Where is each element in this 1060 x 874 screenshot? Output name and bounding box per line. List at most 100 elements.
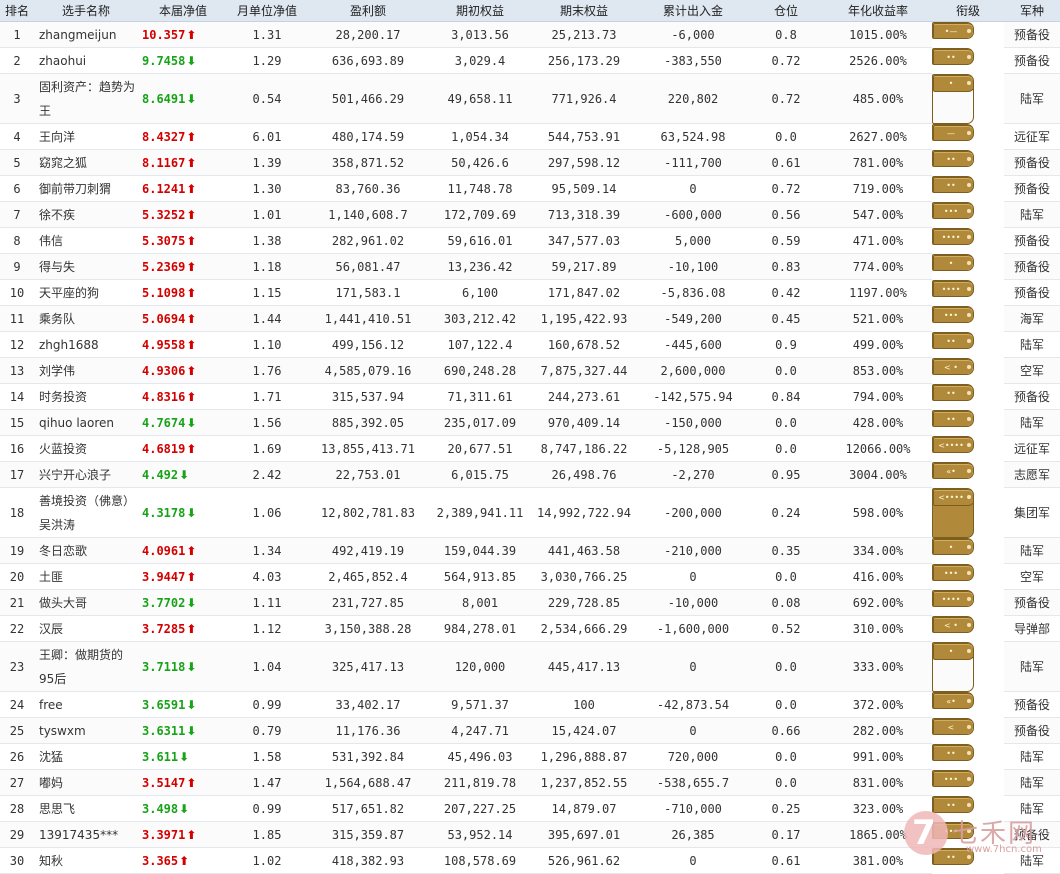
profit-cell: 171,583.1 (306, 279, 430, 306)
header-rank-badge[interactable]: 衔级 (932, 0, 1004, 22)
table-row[interactable]: 27 嘟妈 3.5147⬆ 1.47 1,564,688.47 211,819.78 1,2… (0, 769, 1060, 796)
rank-cell: 11 (0, 305, 34, 332)
table-row[interactable]: 16 火蓝投资 4.6819⬆ 1.69 13,855,413.71 20,677.51 8… (0, 435, 1060, 462)
arrow-up-icon: ⬆ (186, 569, 197, 584)
table-row[interactable]: 6 御前带刀刺猬 6.1241⬆ 1.30 83,760.36 11,748.78 95,5… (0, 175, 1060, 202)
table-row[interactable]: 8 伟信 5.3075⬆ 1.38 282,961.02 59,616.01 347,577… (0, 227, 1060, 254)
table-row[interactable]: 3 固利资产：趋势为王 8.6491⬇ 0.54 501,466.29 49,658.11… (0, 73, 1060, 124)
table-row[interactable]: 22 汉辰 3.7285⬆ 1.12 3,150,388.28 984,278.01 2,5… (0, 615, 1060, 642)
header-cumulative-flow[interactable]: 累计出入金 (638, 0, 748, 22)
table-row[interactable]: 2 zhaohui 9.7458⬇ 1.29 636,693.89 3,029.4 256,… (0, 47, 1060, 74)
annual-return-cell: 547.00% (824, 201, 932, 228)
table-row[interactable]: 12 zhgh1688 4.9558⬆ 1.10 499,156.12 107,122.4… (0, 331, 1060, 358)
table-row[interactable]: 5 窈窕之狐 8.1167⬆ 1.39 358,871.52 50,426.6 297,59… (0, 149, 1060, 176)
name-cell[interactable]: 思思飞 (34, 795, 138, 822)
name-cell[interactable]: free (34, 691, 138, 718)
table-row[interactable]: 1 zhangmeijun 10.357⬆ 1.31 28,200.17 3,013.56… (0, 21, 1060, 48)
cumulative-flow-cell: -383,550 (638, 47, 748, 74)
table-row[interactable]: 14 时务投资 4.8316⬆ 1.71 315,537.94 71,311.61 244,… (0, 383, 1060, 410)
badge-rivet-icon (967, 364, 971, 369)
table-row[interactable]: 4 王向洋 8.4327⬆ 6.01 480,174.59 1,054.34 544,753… (0, 123, 1060, 150)
name-cell[interactable]: 乘务队 (34, 305, 138, 332)
table-row[interactable]: 24 free 3.6591⬇ 0.99 33,402.17 9,571.37 100 -42… (0, 691, 1060, 718)
name-cell[interactable]: tyswxm (34, 717, 138, 744)
table-row[interactable]: 13 刘学伟 4.9306⬆ 1.76 4,585,079.16 690,248.28 7,… (0, 357, 1060, 384)
rank-badge-cell: •••• (932, 279, 974, 297)
name-cell[interactable]: 土匪 (34, 563, 138, 590)
header-army[interactable]: 军种 (1004, 0, 1060, 22)
table-row[interactable]: 25 tyswxm 3.6311⬇ 0.79 11,176.36 4,247.71 15,4… (0, 717, 1060, 744)
name-cell[interactable]: 天平座的狗 (34, 279, 138, 306)
badge-marks: •• (946, 154, 956, 164)
monthly-nav-cell: 1.85 (228, 821, 306, 848)
header-profit[interactable]: 盈利额 (306, 0, 430, 22)
name-cell[interactable]: 王向洋 (34, 123, 138, 150)
nav-value: 3.7702 (142, 595, 186, 610)
final-equity-cell: 229,728.85 (530, 589, 638, 616)
final-equity-cell: 59,217.89 (530, 253, 638, 280)
nav-cell: 3.6591⬇ (138, 691, 228, 718)
name-cell[interactable]: 时务投资 (34, 383, 138, 410)
header-rank[interactable]: 排名 (0, 0, 34, 22)
header-final-equity[interactable]: 期末权益 (530, 0, 638, 22)
name-cell[interactable]: 得与失 (34, 253, 138, 280)
badge-marks: •• (946, 52, 956, 62)
table-row[interactable]: 18 善境投资（佛意）吴洪涛 4.3178⬇ 1.06 12,802,781.83 2,3… (0, 487, 1060, 538)
nav-cell: 4.0961⬆ (138, 537, 228, 564)
table-row[interactable]: 29 13917435*** 3.3971⬆ 1.85 315,359.87 53,952… (0, 821, 1060, 848)
badge-rivet-icon (967, 802, 971, 807)
name-cell[interactable]: 知秋 (34, 847, 138, 874)
table-row[interactable]: 28 思思飞 3.498⬇ 0.99 517,651.82 207,227.25 14,87… (0, 795, 1060, 822)
initial-equity-cell: 71,311.61 (430, 383, 530, 410)
header-nav[interactable]: 本届净值 (138, 0, 228, 22)
name-cell[interactable]: 做头大哥 (34, 589, 138, 616)
name-cell[interactable]: 火蓝投资 (34, 435, 138, 462)
final-equity-cell: 347,577.03 (530, 227, 638, 254)
final-equity-cell: 297,598.12 (530, 149, 638, 176)
name-cell[interactable]: 王卿：做期货的95后 (34, 641, 138, 692)
name-cell[interactable]: 13917435*** (34, 821, 138, 848)
name-cell[interactable]: zhgh1688 (34, 331, 138, 358)
name-cell[interactable]: 固利资产：趋势为王 (34, 73, 138, 124)
rank-badge-icon: •— (933, 23, 973, 38)
table-row[interactable]: 17 兴宁开心浪子 4.492⬇ 2.42 22,753.01 6,015.75 26,49… (0, 461, 1060, 488)
table-row[interactable]: 26 沈猛 3.611⬇ 1.58 531,392.84 45,496.03 1,296,8… (0, 743, 1060, 770)
name-cell[interactable]: 窈窕之狐 (34, 149, 138, 176)
name-cell[interactable]: 御前带刀刺猬 (34, 175, 138, 202)
name-cell[interactable]: 沈猛 (34, 743, 138, 770)
final-equity-cell: 1,296,888.87 (530, 743, 638, 770)
header-position[interactable]: 仓位 (748, 0, 824, 22)
name-cell[interactable]: 嘟妈 (34, 769, 138, 796)
name-cell[interactable]: 伟信 (34, 227, 138, 254)
header-name[interactable]: 选手名称 (34, 0, 138, 22)
table-row[interactable]: 9 得与失 5.2369⬆ 1.18 56,081.47 13,236.42 59,217.… (0, 253, 1060, 280)
name-cell[interactable]: 兴宁开心浪子 (34, 461, 138, 488)
name-cell[interactable]: 徐不疾 (34, 201, 138, 228)
header-monthly-nav[interactable]: 月单位净值 (228, 0, 306, 22)
table-row[interactable]: 10 天平座的狗 5.1098⬆ 1.15 171,583.1 6,100 171,847.… (0, 279, 1060, 306)
army-cell: 陆军 (1004, 73, 1060, 124)
rank-cell: 3 (0, 73, 34, 124)
table-row[interactable]: 7 徐不疾 5.3252⬆ 1.01 1,140,608.7 172,709.69 713,… (0, 201, 1060, 228)
name-cell[interactable]: 汉辰 (34, 615, 138, 642)
header-annual-return[interactable]: 年化收益率 (824, 0, 932, 22)
name-cell[interactable]: 善境投资（佛意）吴洪涛 (34, 487, 138, 538)
table-row[interactable]: 23 王卿：做期货的95后 3.7118⬇ 1.04 325,417.13 120,000… (0, 641, 1060, 692)
arrow-up-icon: ⬆ (186, 389, 197, 404)
table-row[interactable]: 15 qihuo laoren 4.7674⬇ 1.56 885,392.05 235,0… (0, 409, 1060, 436)
badge-rivet-icon (967, 156, 971, 161)
table-row[interactable]: 21 做头大哥 3.7702⬇ 1.11 231,727.85 8,001 229,728.… (0, 589, 1060, 616)
table-row[interactable]: 20 土匪 3.9447⬆ 4.03 2,465,852.4 564,913.85 3,03… (0, 563, 1060, 590)
name-cell[interactable]: zhaohui (34, 47, 138, 74)
header-initial-equity[interactable]: 期初权益 (430, 0, 530, 22)
name-cell[interactable]: 刘学伟 (34, 357, 138, 384)
army-cell: 导弹部 (1004, 615, 1060, 642)
name-cell[interactable]: zhangmeijun (34, 21, 138, 48)
table-row[interactable]: 11 乘务队 5.0694⬆ 1.44 1,441,410.51 303,212.42 1,… (0, 305, 1060, 332)
name-cell[interactable]: 冬日恋歌 (34, 537, 138, 564)
name-cell[interactable]: qihuo laoren (34, 409, 138, 436)
rank-cell: 21 (0, 589, 34, 616)
table-row[interactable]: 30 知秋 3.365⬆ 1.02 418,382.93 108,578.69 526,96… (0, 847, 1060, 874)
table-row[interactable]: 19 冬日恋歌 4.0961⬆ 1.34 492,419.19 159,044.39 441… (0, 537, 1060, 564)
profit-cell: 517,651.82 (306, 795, 430, 822)
